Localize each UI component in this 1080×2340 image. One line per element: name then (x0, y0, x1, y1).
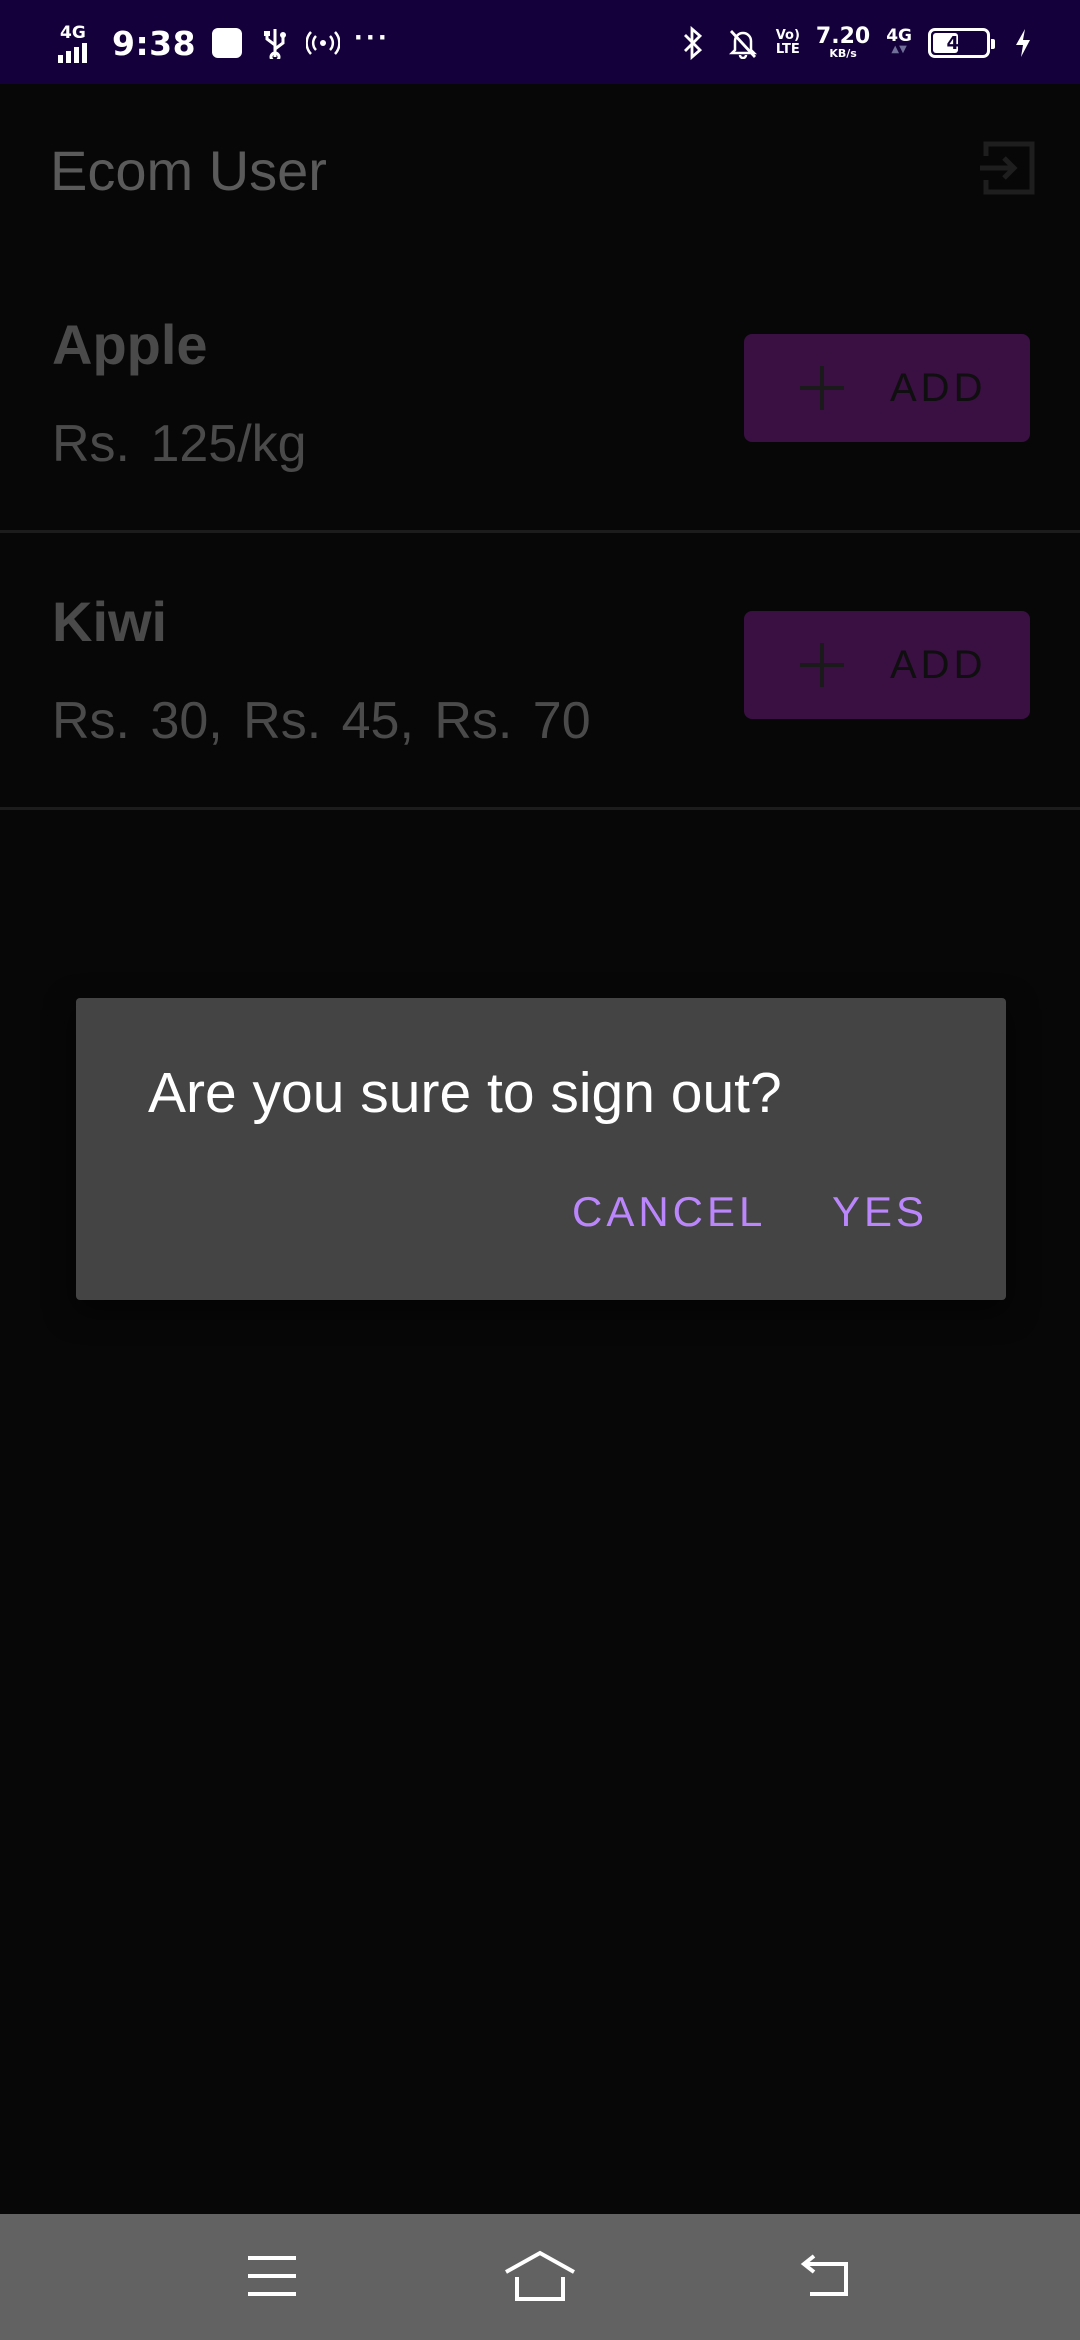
dialog-message: Are you sure to sign out? (148, 1061, 782, 1125)
product-price: Rs. 30, Rs. 45, Rs. 70 (52, 692, 591, 750)
volte-indicator: Vo) LTE (776, 29, 800, 57)
network-speed-value: 7.20 (815, 24, 871, 49)
list-item: Apple Rs. 125/kg ADD (0, 256, 1080, 533)
add-button[interactable]: ADD (744, 334, 1030, 442)
logout-icon[interactable] (978, 138, 1038, 198)
network-speed: 7.20 KB/s (816, 26, 870, 60)
product-name: Apple (52, 313, 208, 376)
plus-icon (800, 643, 844, 687)
volte-label: Vo) (775, 28, 800, 43)
product-name: Kiwi (52, 590, 168, 653)
battery-percentage: 48 (946, 32, 972, 54)
system-nav-bar (0, 2214, 1080, 2340)
home-icon[interactable] (500, 2236, 580, 2316)
product-price: Rs. 125/kg (52, 415, 307, 473)
usb-icon (258, 26, 292, 60)
notification-app-icon (210, 26, 244, 60)
page-title: Ecom User (50, 139, 327, 202)
cancel-button[interactable]: CANCEL (572, 1188, 766, 1236)
clock: 9:38 (112, 23, 197, 63)
mute-bell-icon (726, 26, 760, 60)
cellular-signal-icon: 4G (58, 21, 98, 65)
menu-icon[interactable] (232, 2236, 312, 2316)
status-bar: 4G 9:38 ··· Vo) LTE 7.20 KB/s 4G ▲▼ 48 (0, 0, 1080, 84)
app-bar: Ecom User (0, 84, 1080, 256)
add-button-label: ADD (890, 642, 987, 687)
network-type-label: 4G (60, 23, 86, 43)
list-item: Kiwi Rs. 30, Rs. 45, Rs. 70 ADD (0, 533, 1080, 810)
charging-icon (1006, 26, 1040, 60)
plus-icon (800, 366, 844, 410)
add-button-label: ADD (890, 365, 987, 410)
lte-label: LTE (775, 42, 800, 57)
product-list: Apple Rs. 125/kg ADD Kiwi Rs. 30, Rs. 45… (0, 256, 1080, 810)
network-type-right-label: 4G (886, 26, 912, 46)
network-type-right: 4G ▲▼ (886, 26, 912, 57)
battery-icon: 48 (928, 28, 995, 58)
yes-button[interactable]: YES (832, 1188, 928, 1236)
bluetooth-icon (676, 26, 710, 60)
sign-out-dialog: Are you sure to sign out? CANCEL YES (76, 998, 1006, 1300)
network-speed-unit: KB/s (829, 47, 857, 60)
more-notifications-icon: ··· (354, 21, 391, 54)
add-button[interactable]: ADD (744, 611, 1030, 719)
hotspot-icon (306, 26, 341, 60)
back-icon[interactable] (784, 2236, 864, 2316)
